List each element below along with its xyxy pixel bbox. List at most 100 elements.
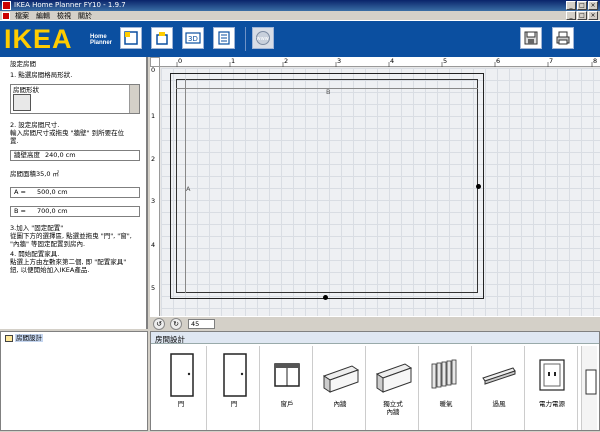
room-shape-label: 房間形狀 [13, 86, 39, 94]
menu-edit[interactable]: 編輯 [36, 11, 50, 21]
ruler-top-tick-4: 4 [390, 57, 395, 65]
print-icon [556, 31, 570, 45]
catalog-item-door-2[interactable]: 門 [208, 346, 260, 430]
logo-word: IKEA [4, 24, 73, 54]
dimension-b-field[interactable]: B = 700,0 cm [10, 206, 140, 217]
shopping-list-button[interactable] [213, 27, 235, 49]
save-button[interactable] [520, 27, 542, 49]
wall-height-label: 牆壁高度 [14, 151, 40, 159]
svg-text:3D: 3D [188, 35, 198, 43]
step2-desc-1: 輸入房間尺寸或拖曳 "牆壁" 到所要在位 [10, 129, 125, 137]
step2-desc-2: 置. [10, 137, 19, 145]
close-button[interactable]: × [588, 1, 598, 10]
ruler-top-ticks [176, 62, 593, 67]
bottom-wall-handle[interactable] [323, 295, 328, 300]
catalog-title: 房間設計 [155, 335, 185, 344]
ruler-top-tick-3: 3 [337, 57, 342, 65]
rectangle-shape-icon[interactable] [13, 94, 31, 111]
ruler-left-tick-3: 3 [151, 197, 156, 205]
app-icon [2, 1, 11, 10]
ruler-top-tick-6: 6 [496, 57, 501, 65]
catalog-item-label: 門 [230, 400, 238, 408]
door-icon [170, 353, 194, 397]
menu-about[interactable]: 關於 [78, 11, 92, 21]
dimension-a-value: 500,0 cm [37, 188, 68, 196]
ruler-top-tick-7: 7 [549, 57, 554, 65]
room-area-text: 房間面積35,0 ㎡ [10, 170, 60, 178]
ruler-top-tick-8: 8 [593, 57, 598, 65]
partial-item-icon [585, 369, 597, 395]
window-icon [274, 363, 300, 387]
wall-height-field[interactable]: 牆壁高度 240,0 cm [10, 150, 140, 161]
project-tree: 房間設計 [0, 331, 148, 431]
dimension-b-label: B = [14, 207, 26, 215]
angle-input[interactable]: 45 [188, 319, 215, 329]
room-design-button[interactable] [120, 27, 142, 49]
view-3d-icon: 3D [185, 32, 201, 44]
catalog-item-label: 電力電源 [539, 400, 565, 408]
rotate-right-button[interactable]: ↻ [170, 318, 182, 330]
ruler-top-tick-0: 0 [178, 57, 183, 65]
shape-scrollbar[interactable] [129, 85, 139, 113]
doc-close-button[interactable]: × [588, 11, 598, 20]
step4-desc-1: 點選上方由左數來第二個, 即 "配置家具" [10, 258, 127, 266]
minimize-button[interactable]: _ [566, 1, 576, 10]
room-inner-wall[interactable] [176, 79, 478, 293]
ikea-logo: IKEA Home Planner [4, 25, 116, 53]
catalog-item-label: 暖氣 [439, 400, 453, 408]
ruler-top-tick-5: 5 [443, 57, 448, 65]
furnish-button[interactable] [151, 27, 173, 49]
doc-restore-button[interactable]: □ [577, 11, 587, 20]
tree-item-label: 房間設計 [15, 334, 43, 342]
doc-minimize-button[interactable]: _ [566, 11, 576, 20]
rotation-controls: ↺ ↻ 45 [150, 316, 600, 330]
tree-item-room-design[interactable]: 房間設計 [5, 334, 43, 343]
dimension-a-field[interactable]: A = 500,0 cm [10, 187, 140, 198]
catalog-item-radiator[interactable]: 暖氣 [420, 346, 472, 430]
step4-title: 4. 開始配置家具. [10, 250, 60, 258]
furniture-icon [156, 32, 168, 45]
power-outlet-icon [539, 359, 565, 391]
catalog-item-door-1[interactable]: 門 [155, 346, 207, 430]
maximize-button[interactable]: □ [577, 1, 587, 10]
ruler-left-tick-5: 5 [151, 284, 156, 292]
window-title: IKEA Home Planner FY10 - 1.9.7 [14, 1, 126, 9]
ruler-top-tick-1: 1 [231, 57, 236, 65]
catalog-item-label: 獨立式 內牆 [383, 400, 403, 416]
catalog-item-freestanding-wall[interactable]: 獨立式 內牆 [367, 346, 419, 430]
ruler-top: 0 1 2 3 4 5 6 7 8 [160, 57, 600, 67]
book-icon [5, 334, 13, 342]
wall-icon [322, 365, 360, 393]
room-icon [124, 31, 138, 45]
right-wall-handle[interactable] [476, 184, 481, 189]
fixtures-catalog: 房間設計 門 門 窗戶 內牆 獨立式 內牆 暖氣 過風 電力電源 [150, 331, 600, 431]
print-button[interactable] [552, 27, 574, 49]
menu-view[interactable]: 檢視 [57, 11, 71, 21]
step3-desc-1: 從圖下方的選擇區, 點選並拖曳 "門", "窗", [10, 232, 132, 240]
catalog-scroll-area[interactable] [581, 346, 597, 430]
catalog-item-power-outlet[interactable]: 電力電源 [526, 346, 578, 430]
catalog-item-window[interactable]: 窗戶 [261, 346, 313, 430]
www-button[interactable]: www [252, 27, 274, 49]
rotate-left-button[interactable]: ↺ [153, 318, 165, 330]
logo-subtitle: Home Planner [90, 34, 113, 46]
list-icon [218, 31, 230, 45]
toolbar: IKEA Home Planner 3D www [0, 21, 600, 57]
ruler-left-tick-4: 4 [151, 241, 156, 249]
catalog-item-vent[interactable]: 過風 [473, 346, 525, 430]
globe-icon: www [256, 31, 270, 45]
wall-a-label: A [186, 185, 191, 193]
dimension-a-label: A = [14, 188, 26, 196]
catalog-header [151, 332, 599, 344]
step2-title: 2. 設定房間尺寸. [10, 121, 60, 129]
ruler-left-tick-0: 0 [151, 66, 156, 74]
ruler-left-tick-1: 1 [151, 112, 156, 120]
catalog-item-label: 過風 [492, 400, 506, 408]
svg-text:www: www [257, 36, 269, 42]
view-3d-button[interactable]: 3D [182, 27, 204, 49]
toolbar-separator [245, 27, 246, 51]
catalog-item-interior-wall[interactable]: 內牆 [314, 346, 366, 430]
room-shape-selector[interactable]: 房間形狀 [10, 84, 140, 114]
wall-b-label: B [326, 88, 331, 96]
menu-file[interactable]: 檔案 [15, 11, 29, 21]
